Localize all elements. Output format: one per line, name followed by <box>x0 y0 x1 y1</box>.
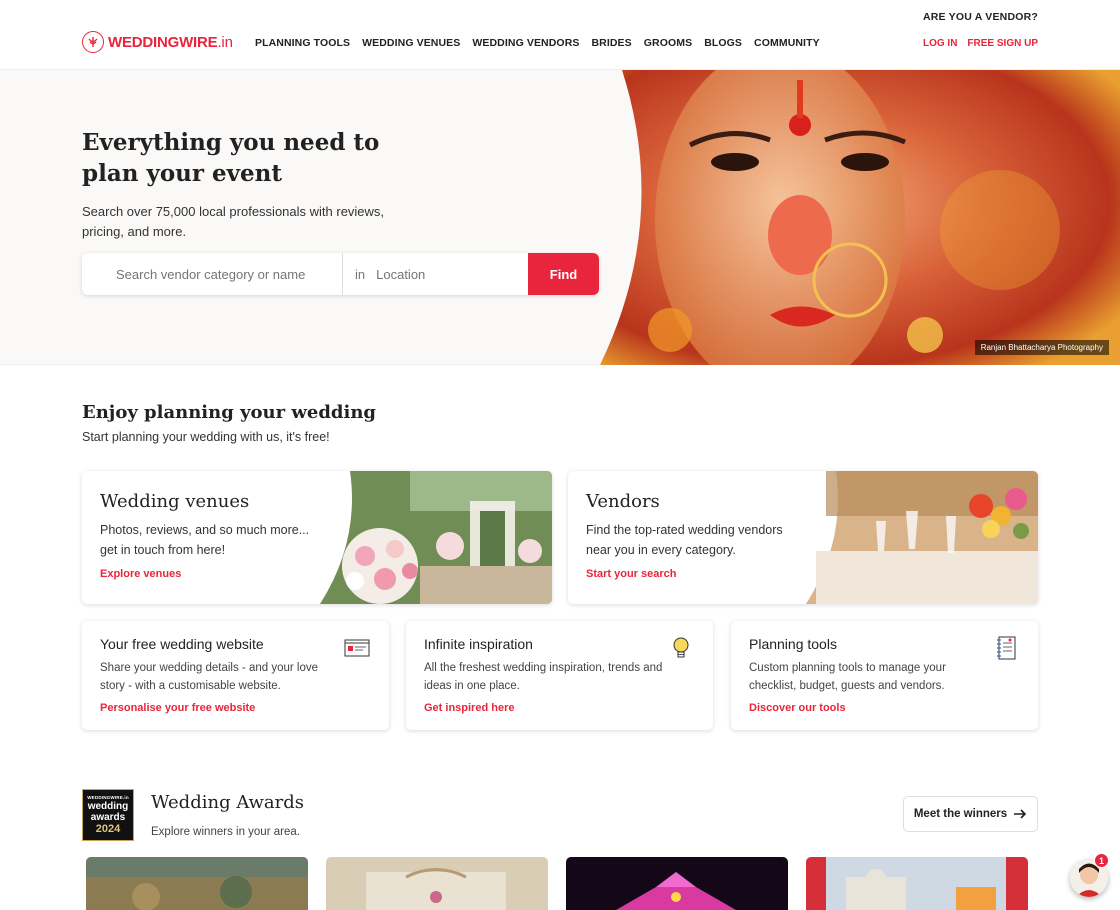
start-search-link[interactable]: Start your search <box>586 568 676 580</box>
planning-tools-desc: Custom planning tools to manage your che… <box>749 662 946 692</box>
vendor-search-input[interactable] <box>96 266 342 282</box>
signup-link[interactable]: FREE SIGN UP <box>967 38 1038 49</box>
venues-card-desc: Photos, reviews, and so much more... get… <box>100 523 310 557</box>
hero-title: Everything you need to plan your event <box>82 129 380 187</box>
awards-title: Wedding Awards <box>151 792 305 813</box>
site-header: ARE YOU A VENDOR? WEDDINGWIRE.in PLANNIN… <box>0 0 1120 70</box>
explore-venues-link[interactable]: Explore venues <box>100 568 181 580</box>
hero-subtitle: Search over 75,000 local professionals w… <box>82 204 385 239</box>
notebook-icon <box>992 635 1020 661</box>
nav-planning-tools[interactable]: PLANNING TOOLS <box>255 37 350 49</box>
wedding-awards-2024-badge: WEDDINGWIRE.in wedding awards 2024 <box>82 789 134 841</box>
vendor-search-field <box>82 253 343 295</box>
discover-tools-link[interactable]: Discover our tools <box>749 702 846 714</box>
photo-credit: Ranjan Bhattacharya Photography <box>974 340 1109 355</box>
auth-links: LOG IN FREE SIGN UP <box>923 38 1038 49</box>
vendor-question-link[interactable]: ARE YOU A VENDOR? <box>923 11 1038 23</box>
login-link[interactable]: LOG IN <box>923 38 957 49</box>
planning-subtitle: Start planning your wedding with us, it'… <box>82 430 330 444</box>
venues-card[interactable]: Wedding venues Photos, reviews, and so m… <box>82 471 552 604</box>
nav-blogs[interactable]: BLOGS <box>704 37 742 49</box>
location-input[interactable] <box>376 266 528 282</box>
hero-bride-photo: Ranjan Bhattacharya Photography <box>600 70 1120 365</box>
inspiration-title: Infinite inspiration <box>424 636 533 652</box>
find-button[interactable]: Find <box>528 253 599 295</box>
award-winner-photo-4[interactable] <box>806 857 1028 910</box>
vendors-card-photo <box>806 471 1038 604</box>
meet-winners-label: Meet the winners <box>913 808 1008 820</box>
wedding-website-title: Your free wedding website <box>100 636 264 652</box>
wedding-website-desc: Share your wedding details - and your lo… <box>100 662 318 692</box>
vendors-card-desc: Find the top-rated wedding vendors near … <box>586 523 783 557</box>
chat-notification-badge: 1 <box>1094 853 1109 868</box>
vendors-card-title: Vendors <box>586 491 660 512</box>
planning-tools-title: Planning tools <box>749 636 837 652</box>
logo-icon <box>82 31 104 53</box>
hero-section: Everything you need to plan your event S… <box>0 70 1120 365</box>
planning-title: Enjoy planning your wedding <box>82 402 377 423</box>
inspiration-desc: All the freshest wedding inspiration, tr… <box>424 662 663 692</box>
award-winner-photo-1[interactable] <box>86 857 308 910</box>
meet-winners-button[interactable]: Meet the winners <box>903 796 1038 832</box>
wedding-website-card[interactable]: Your free wedding website Share your wed… <box>82 621 389 730</box>
planning-tools-card[interactable]: Planning tools Custom planning tools to … <box>731 621 1038 730</box>
search-bar: in Find <box>82 253 599 295</box>
nav-wedding-venues[interactable]: WEDDING VENUES <box>362 37 460 49</box>
nav-community[interactable]: COMMUNITY <box>754 37 820 49</box>
get-inspired-link[interactable]: Get inspired here <box>424 702 514 714</box>
nav-brides[interactable]: BRIDES <box>591 37 631 49</box>
inspiration-card[interactable]: Infinite inspiration All the freshest we… <box>406 621 713 730</box>
award-winner-photo-2[interactable] <box>326 857 548 910</box>
vendors-card[interactable]: Vendors Find the top-rated wedding vendo… <box>568 471 1038 604</box>
website-card-icon <box>343 635 371 661</box>
logo-text: WEDDINGWIRE.in <box>108 33 233 51</box>
lightbulb-icon <box>667 635 695 661</box>
awards-subtitle: Explore winners in your area. <box>151 826 300 838</box>
award-winner-photo-3[interactable] <box>566 857 788 910</box>
location-field: in <box>343 253 528 295</box>
arrow-right-icon <box>1014 809 1027 819</box>
main-nav: PLANNING TOOLS WEDDING VENUES WEDDING VE… <box>255 37 820 49</box>
venues-card-photo <box>320 471 552 604</box>
weddingwire-logo[interactable]: WEDDINGWIRE.in <box>82 31 233 53</box>
venues-card-title: Wedding venues <box>100 491 250 512</box>
location-in-label: in <box>355 266 366 282</box>
nav-grooms[interactable]: GROOMS <box>644 37 692 49</box>
personalise-website-link[interactable]: Personalise your free website <box>100 702 255 714</box>
nav-wedding-vendors[interactable]: WEDDING VENDORS <box>472 37 579 49</box>
